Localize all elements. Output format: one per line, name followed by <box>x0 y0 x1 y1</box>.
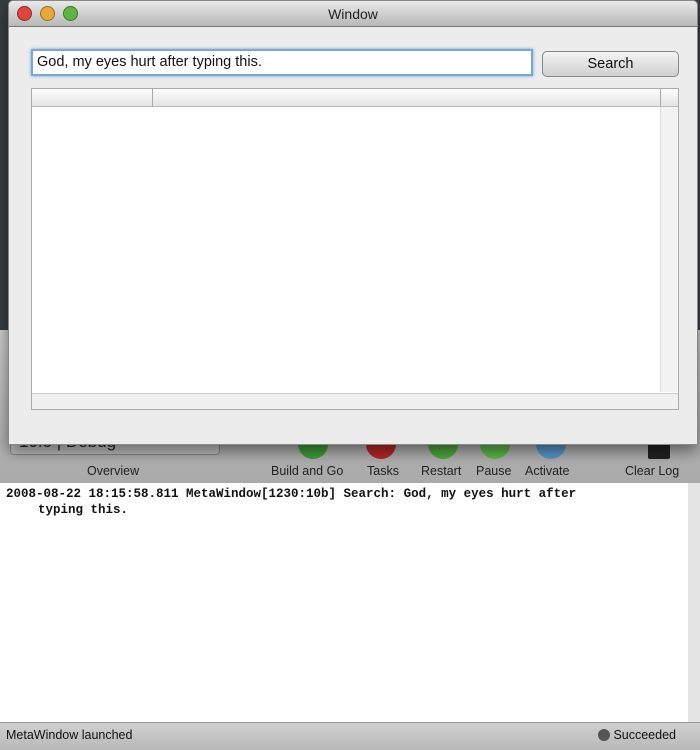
status-bar: MetaWindow launched Succeeded <box>0 722 700 750</box>
title-bar[interactable]: Window <box>9 1 697 27</box>
status-icon <box>598 729 611 741</box>
log-scrollbar[interactable] <box>688 483 700 722</box>
overview-label[interactable]: Overview <box>87 464 139 478</box>
build-status: Succeeded <box>613 728 676 742</box>
pause-button[interactable]: Pause <box>476 464 511 478</box>
log-line: 2008-08-22 18:15:58.811 MetaWindow[1230:… <box>6 487 577 501</box>
column-header-1[interactable] <box>32 89 153 107</box>
search-button[interactable]: Search <box>542 51 679 77</box>
search-window: Window God, my eyes hurt after typing th… <box>8 0 698 445</box>
clear-log-button[interactable]: Clear Log <box>625 464 679 478</box>
activate-button[interactable]: Activate <box>525 464 569 478</box>
restart-button[interactable]: Restart <box>421 464 461 478</box>
tasks-button[interactable]: Tasks <box>367 464 399 478</box>
table-header <box>32 89 678 107</box>
header-corner <box>660 89 678 107</box>
log-line-continuation: typing this. <box>38 503 129 517</box>
build-and-go-button[interactable]: Build and Go <box>271 464 343 478</box>
console-log[interactable]: 2008-08-22 18:15:58.811 MetaWindow[1230:… <box>0 483 688 722</box>
table-vertical-scrollbar[interactable] <box>660 107 678 392</box>
table-horizontal-scrollbar[interactable] <box>32 393 678 409</box>
search-input[interactable]: God, my eyes hurt after typing this. <box>31 49 533 76</box>
results-table[interactable] <box>31 88 679 410</box>
window-title: Window <box>328 6 378 22</box>
status-text: MetaWindow launched <box>6 728 133 742</box>
